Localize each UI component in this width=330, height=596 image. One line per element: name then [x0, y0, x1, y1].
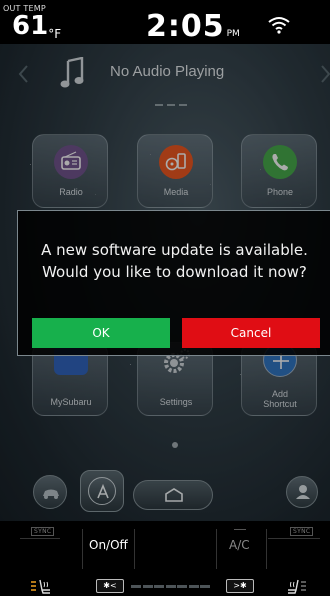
- cancel-button[interactable]: Cancel: [182, 318, 320, 348]
- dialog-message: A new software update is available. Woul…: [18, 239, 330, 283]
- ac-button[interactable]: A/C: [229, 538, 250, 552]
- sync-left-badge[interactable]: SYNC: [31, 527, 55, 536]
- out-temp-unit: °F: [48, 27, 62, 41]
- fan-speed-bar: [131, 585, 221, 588]
- dialog-message-line1: A new software update is available.: [41, 241, 308, 259]
- out-temp-value: 61: [12, 11, 49, 41]
- clock-time: 2:05: [146, 9, 225, 44]
- clock-ampm: PM: [226, 29, 240, 39]
- software-update-dialog: A new software update is available. Woul…: [17, 210, 330, 356]
- fan-down-button[interactable]: ✱<: [96, 579, 124, 593]
- fan-up-button[interactable]: >✱: [226, 579, 254, 593]
- heated-seat-right-icon[interactable]: [286, 578, 308, 594]
- dialog-message-line2: Would you like to download it now?: [42, 263, 307, 281]
- status-bar: OUT TEMP 61°F 2:05 PM: [0, 0, 330, 44]
- wifi-icon: [268, 17, 290, 34]
- climate-bar: SYNC SYNC On/Off A/C ✱< >✱: [0, 521, 330, 596]
- heated-seat-left-icon[interactable]: [30, 578, 52, 594]
- out-temp: 61°F: [12, 11, 62, 41]
- climate-onoff-button[interactable]: On/Off: [89, 538, 128, 552]
- ok-button[interactable]: OK: [32, 318, 170, 348]
- sync-right-badge[interactable]: SYNC: [290, 527, 314, 536]
